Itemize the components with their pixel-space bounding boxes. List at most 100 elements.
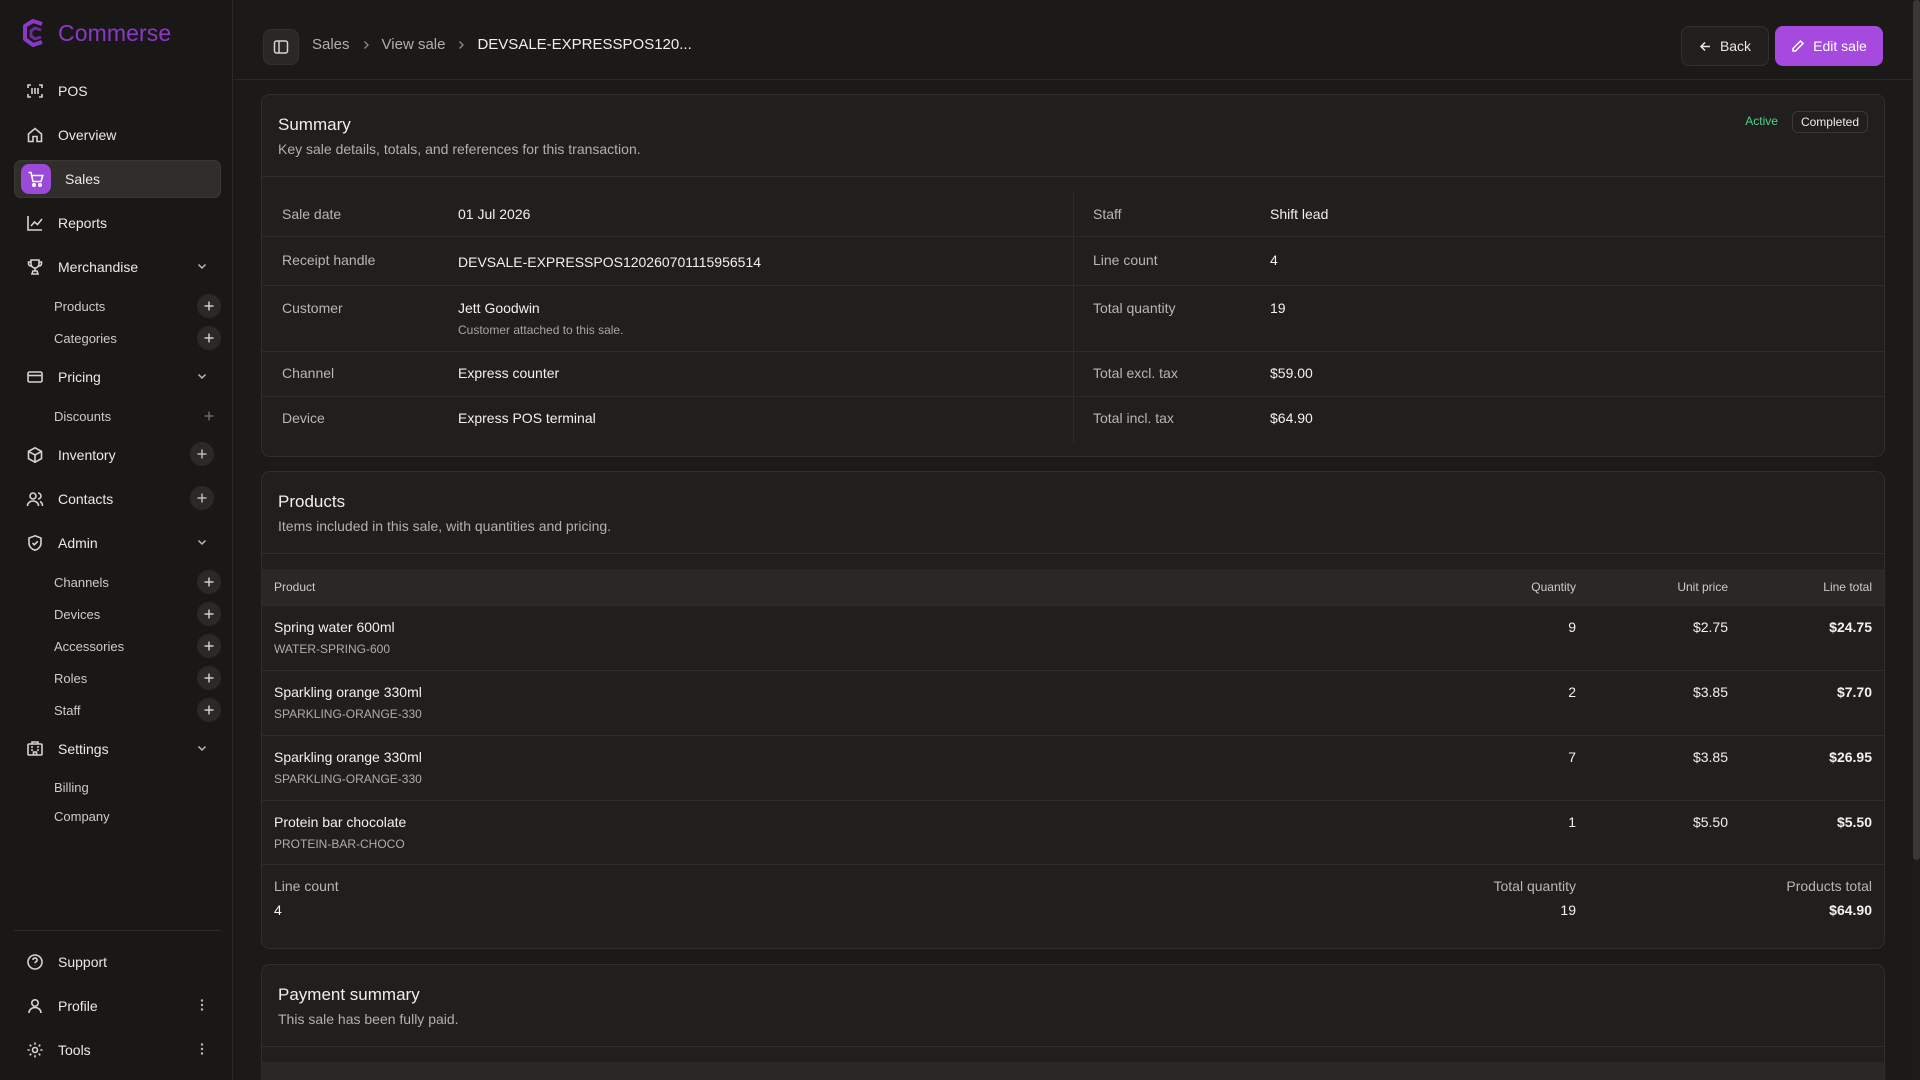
column-header-unit-price[interactable]: Unit price [1677, 580, 1728, 594]
sidebar-item-admin[interactable]: Admin [14, 524, 221, 562]
sidebar-subitem-label: Accessories [54, 638, 125, 654]
line-chart-icon [26, 214, 44, 232]
total-incl-tax-label: Total incl. tax [1093, 410, 1174, 426]
plus-icon[interactable] [197, 602, 221, 626]
total-quantity-value: 19 [1270, 300, 1286, 316]
sidebar-item-pos[interactable]: POS [14, 72, 221, 110]
row-divider [262, 236, 1884, 237]
plus-icon[interactable] [197, 326, 221, 350]
channel-label: Channel [282, 365, 335, 381]
plus-icon[interactable] [197, 698, 221, 722]
plus-icon[interactable] [197, 570, 221, 594]
sidebar-item-sales[interactable]: Sales [14, 160, 221, 198]
status-badge-completed: Completed [1791, 111, 1868, 133]
total-incl-tax-value: $64.90 [1270, 410, 1313, 426]
footer-products-total-value: $64.90 [1829, 902, 1872, 918]
footer-line-count-value: 4 [274, 902, 282, 918]
plus-icon[interactable] [190, 442, 214, 466]
sidebar-subitem-company[interactable]: Company [54, 803, 221, 829]
chevron-down-icon[interactable] [193, 739, 211, 757]
building-icon [26, 740, 44, 758]
sidebar-item-label: Sales [65, 171, 101, 187]
chevron-down-icon[interactable] [193, 367, 211, 385]
receipt-handle-value: DEVSALE-EXPRESSPOS120260701115956514 [458, 254, 762, 270]
breadcrumb-view-sale[interactable]: View sale [382, 36, 446, 53]
chevron-down-icon[interactable] [193, 533, 211, 551]
sidebar-item-label: Admin [58, 535, 98, 551]
product-quantity: 2 [1568, 684, 1576, 700]
receipt-handle-label: Receipt handle [282, 252, 376, 268]
plus-icon[interactable] [197, 404, 221, 428]
sidebar-item-merchandise[interactable]: Merchandise [14, 248, 221, 286]
credit-card-icon [26, 368, 44, 386]
chevron-down-icon[interactable] [193, 257, 211, 275]
column-header-line-total[interactable]: Line total [1823, 580, 1872, 594]
back-button[interactable]: Back [1681, 26, 1769, 66]
sidebar-item-tools[interactable]: Tools [14, 1031, 221, 1069]
sidebar-item-label: Contacts [58, 491, 114, 507]
user-icon [26, 997, 44, 1015]
arrow-left-icon [1699, 40, 1712, 53]
product-name: Spring water 600ml [274, 619, 395, 635]
scrollbar-thumb[interactable] [1913, 0, 1920, 860]
chevron-right-icon [360, 39, 372, 51]
column-divider [1073, 192, 1074, 442]
sale-date-value: 01 Jul 2026 [458, 206, 531, 222]
table-row[interactable]: Sparkling orange 330ml SPARKLING-ORANGE-… [262, 670, 1884, 735]
sidebar-subitem-discounts[interactable]: Discounts [54, 403, 221, 429]
product-unit-price: $3.85 [1692, 684, 1728, 700]
brand[interactable]: Commerse [22, 19, 171, 47]
top-bar: Sales View sale DEVSALE-EXPRESSPOS120...… [234, 0, 1920, 80]
sidebar-item-profile[interactable]: Profile [14, 987, 221, 1025]
row-divider [262, 285, 1884, 286]
staff-label: Staff [1093, 206, 1122, 222]
row-divider [262, 351, 1884, 352]
footer-total-quantity-value: 19 [1560, 902, 1576, 918]
sidebar-subitem-label: Discounts [54, 408, 112, 424]
sidebar-item-reports[interactable]: Reports [14, 204, 221, 242]
help-circle-icon [26, 953, 44, 971]
plus-icon[interactable] [197, 666, 221, 690]
plus-icon[interactable] [190, 486, 214, 510]
more-vertical-icon[interactable] [193, 1040, 211, 1058]
total-excl-tax-value: $59.00 [1270, 365, 1313, 381]
sidebar-subitem-billing[interactable]: Billing [54, 774, 221, 800]
sidebar-subitem-categories[interactable]: Categories [54, 325, 221, 351]
table-row[interactable]: Protein bar chocolate PROTEIN-BAR-CHOCO … [262, 800, 1884, 865]
device-value: Express POS terminal [458, 410, 596, 426]
product-name: Protein bar chocolate [274, 814, 407, 830]
sidebar-item-pricing[interactable]: Pricing [14, 358, 221, 396]
column-header-product[interactable]: Product [274, 580, 315, 594]
sidebar-subitem-roles[interactable]: Roles [54, 665, 221, 691]
plus-icon[interactable] [197, 634, 221, 658]
sidebar-item-inventory[interactable]: Inventory [14, 436, 221, 474]
sidebar-subitem-accessories[interactable]: Accessories [54, 633, 221, 659]
plus-icon[interactable] [197, 294, 221, 318]
sidebar-item-contacts[interactable]: Contacts [14, 480, 221, 518]
column-header-quantity[interactable]: Quantity [1531, 580, 1576, 594]
sidebar-subitem-channels[interactable]: Channels [54, 569, 221, 595]
table-row[interactable]: Spring water 600ml WATER-SPRING-600 9 $2… [262, 605, 1884, 670]
sidebar-subitem-staff[interactable]: Staff [54, 697, 221, 723]
table-row[interactable]: Sparkling orange 330ml SPARKLING-ORANGE-… [262, 735, 1884, 800]
sidebar-subitem-label: Categories [54, 330, 117, 346]
sidebar-item-label: Overview [58, 127, 117, 143]
products-table-header: Product Quantity Unit price Line total [262, 569, 1884, 605]
sidebar-item-overview[interactable]: Overview [14, 116, 221, 154]
customer-value[interactable]: Jett Goodwin [458, 300, 540, 316]
sidebar-subitem-products[interactable]: Products [54, 293, 221, 319]
product-unit-price: $5.50 [1692, 814, 1728, 830]
channel-value: Express counter [458, 365, 560, 381]
edit-sale-button[interactable]: Edit sale [1775, 26, 1883, 66]
breadcrumb-sales[interactable]: Sales [312, 36, 350, 53]
sidebar-subitem-devices[interactable]: Devices [54, 601, 221, 627]
sidebar-item-settings[interactable]: Settings [14, 730, 221, 768]
total-excl-tax-label: Total excl. tax [1093, 365, 1178, 381]
line-count-value: 4 [1270, 252, 1278, 268]
more-vertical-icon[interactable] [193, 996, 211, 1014]
sidebar-item-label: Support [58, 954, 108, 970]
sidebar-subitem-label: Roles [54, 670, 88, 686]
sidebar-item-support[interactable]: Support [14, 943, 221, 981]
sidebar-item-label: Settings [58, 741, 109, 757]
sidebar-toggle-button[interactable] [263, 29, 299, 65]
